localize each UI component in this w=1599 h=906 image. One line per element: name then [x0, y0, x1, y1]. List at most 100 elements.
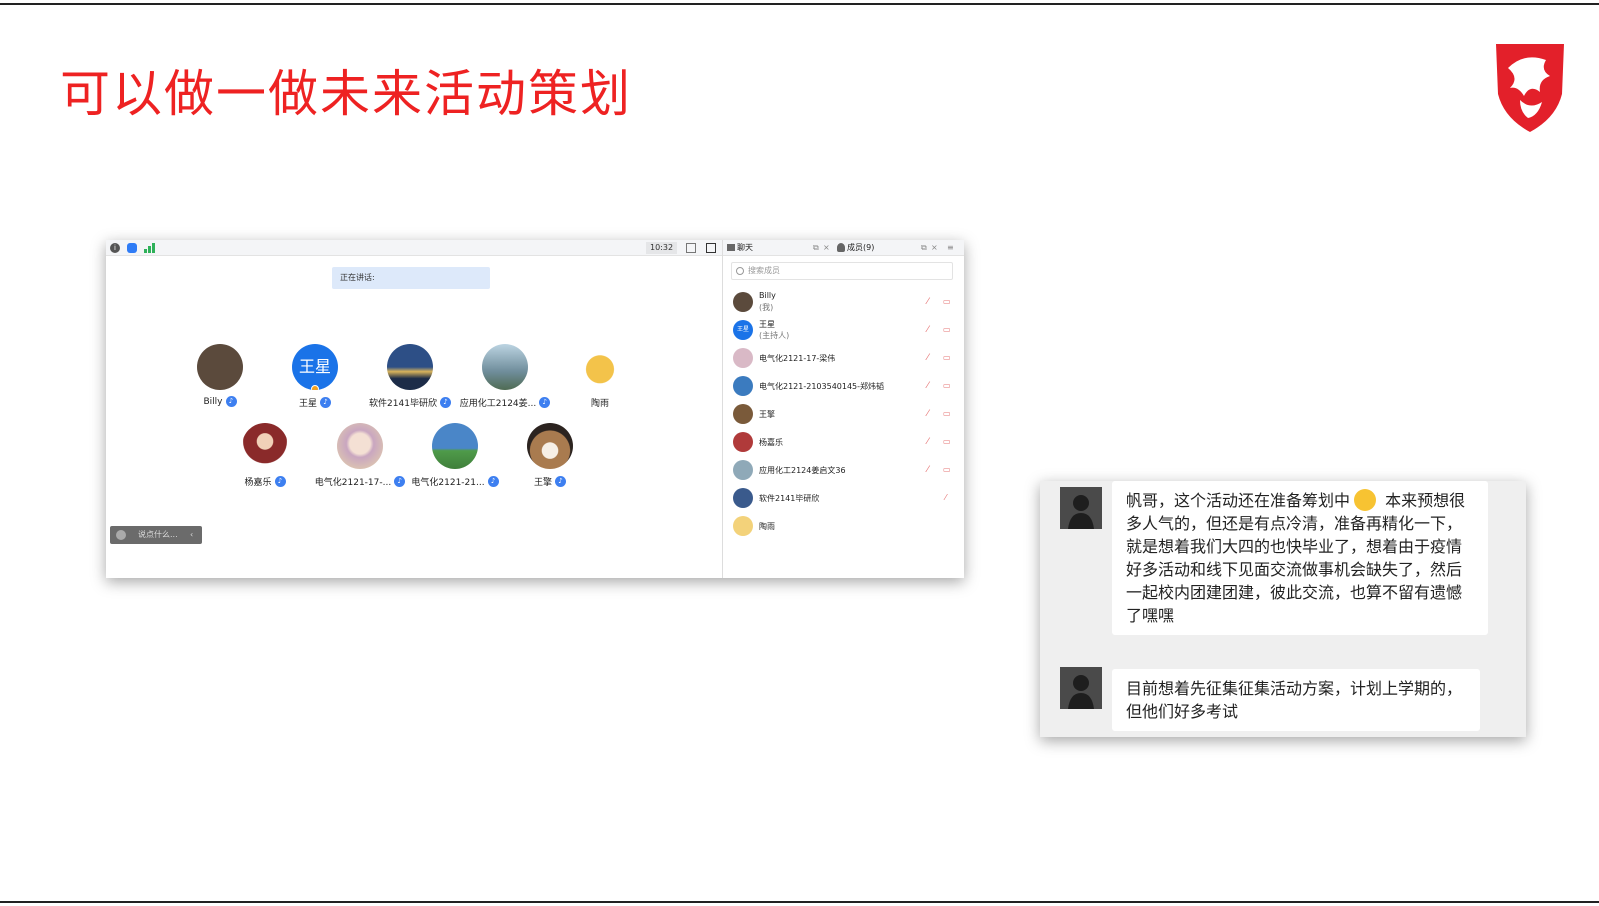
member-role: (主持人) — [759, 331, 790, 340]
bottom-rule — [0, 901, 1599, 903]
participant-name: 杨嘉乐 — [244, 478, 272, 488]
member-name: 杨嘉乐 — [759, 438, 783, 447]
info-icon[interactable]: i — [110, 243, 120, 253]
tab-members[interactable]: 成员(9) — [847, 240, 874, 256]
participant-tile[interactable]: 电气化2121-21... ♪ — [400, 423, 510, 488]
signal-icon[interactable] — [144, 243, 156, 253]
avatar — [733, 432, 753, 452]
menu-icon[interactable]: ≡ — [947, 240, 954, 256]
popout-icon[interactable]: ⧉ — [921, 240, 927, 256]
mic-muted-icon[interactable]: ⁄ — [927, 409, 929, 419]
member-icon — [837, 243, 845, 252]
member-name: Billy — [759, 291, 776, 300]
chat-input-placeholder: 说点什么... — [138, 530, 178, 539]
member-name: 陶雨 — [759, 522, 775, 531]
avatar — [197, 344, 243, 390]
avatar — [733, 292, 753, 312]
mic-icon: ♪ — [555, 476, 566, 487]
member-name: 电气化2121-2103540145-郑炜韬 — [759, 382, 885, 391]
member-row[interactable]: 应用化工2124姜启文36 ⁄ ▭ — [733, 458, 955, 482]
mic-muted-icon[interactable]: ⁄ — [927, 297, 929, 307]
participant-tile[interactable]: 电气化2121-17-... ♪ — [305, 423, 415, 488]
member-row[interactable]: 王擎 ⁄ ▭ — [733, 402, 955, 426]
close-icon[interactable]: × — [823, 240, 830, 256]
avatar — [387, 344, 433, 390]
chat-message: 帆哥，这个活动还在准备筹划中 本来预想很多人气的，但还是有点冷清，准备再精化一下… — [1112, 481, 1488, 635]
avatar — [577, 344, 623, 390]
mic-muted-icon[interactable]: ⁄ — [945, 493, 946, 502]
member-row[interactable]: 软件2141毕研欣 ⁄ — [733, 486, 955, 510]
mic-icon: ♪ — [320, 397, 331, 408]
camera-off-icon[interactable]: ▭ — [943, 325, 951, 334]
camera-off-icon[interactable]: ▭ — [943, 353, 951, 362]
meeting-time: 10:32 — [646, 242, 678, 254]
emoji-icon[interactable] — [116, 530, 126, 540]
participant-tile[interactable]: 杨嘉乐 ♪ — [210, 423, 320, 488]
layout-icon[interactable] — [706, 243, 716, 253]
avatar: 王星 — [292, 344, 338, 390]
avatar — [337, 423, 383, 469]
panel-tabs: 聊天 ⧉ × 成员(9) ⧉ × ≡ — [723, 240, 964, 256]
host-icon — [311, 385, 319, 390]
participant-tile[interactable]: 应用化工2124姜... ♪ — [450, 344, 560, 409]
mic-icon: ♪ — [225, 396, 237, 407]
member-row[interactable]: 电气化2121-17-梁伟 ⁄ ▭ — [733, 346, 955, 370]
camera-off-icon[interactable]: ▭ — [943, 409, 951, 418]
member-row[interactable]: 陶雨 — [733, 514, 955, 538]
camera-off-icon[interactable]: ▭ — [943, 381, 951, 390]
avatar — [432, 423, 478, 469]
meeting-window: i 10:32 正在讲话: Billy ♪ 王星 王星 ♪ 软件2141毕研欣 ♪ 应… — [106, 240, 964, 578]
collapse-arrow-icon[interactable]: ‹ — [190, 526, 193, 544]
sweat-smile-emoji-icon — [1354, 489, 1377, 511]
participant-name: 电气化2121-17-... — [314, 478, 392, 488]
member-name: 软件2141毕研欣 — [759, 494, 820, 503]
participant-name: 软件2141毕研欣 — [369, 399, 437, 409]
participant-name: 应用化工2124姜... — [459, 399, 537, 409]
popout-icon[interactable]: ⧉ — [813, 240, 819, 256]
fullscreen-icon[interactable] — [686, 243, 696, 253]
member-search-input[interactable]: 搜索成员 — [731, 262, 953, 280]
meeting-toolbar: i 10:32 — [106, 240, 722, 256]
participant-tile[interactable]: 陶雨 — [545, 344, 655, 409]
avatar — [733, 516, 753, 536]
member-row[interactable]: 电气化2121-2103540145-郑炜韬 ⁄ ▭ — [733, 374, 955, 398]
avatar — [482, 344, 528, 390]
sender-avatar — [1060, 667, 1102, 709]
chat-input[interactable]: 说点什么... ‹ — [110, 526, 202, 544]
mic-muted-icon[interactable]: ⁄ — [927, 353, 929, 363]
speaking-indicator: 正在讲话: — [332, 267, 490, 289]
member-row[interactable]: 杨嘉乐 ⁄ ▭ — [733, 430, 955, 454]
participant-tile[interactable]: 软件2141毕研欣 ♪ — [355, 344, 465, 409]
member-panel: 聊天 ⧉ × 成员(9) ⧉ × ≡ 搜索成员 Billy (我) ⁄ ▭ 王星… — [722, 240, 964, 578]
mic-icon: ♪ — [274, 476, 286, 487]
participant-tile[interactable]: 王擎 ♪ — [495, 423, 605, 488]
mic-muted-icon[interactable]: ⁄ — [927, 465, 929, 475]
avatar — [733, 488, 753, 508]
avatar — [733, 376, 753, 396]
member-row[interactable]: Billy (我) ⁄ ▭ — [733, 290, 955, 314]
avatar — [733, 404, 753, 424]
mic-muted-icon[interactable]: ⁄ — [927, 325, 929, 335]
search-placeholder: 搜索成员 — [748, 266, 780, 275]
close-icon[interactable]: × — [931, 240, 938, 256]
mic-muted-icon[interactable]: ⁄ — [927, 381, 929, 391]
participant-name: 王星 — [298, 399, 317, 409]
avatar — [527, 423, 573, 469]
participant-tile[interactable]: 王星 王星 ♪ — [260, 344, 370, 409]
participant-name: 王擎 — [533, 478, 552, 488]
slide-title: 可以做一做未来活动策划 — [60, 65, 632, 123]
shield-icon[interactable] — [127, 243, 137, 253]
mic-muted-icon[interactable]: ⁄ — [927, 437, 929, 447]
member-row[interactable]: 王星 王星 (主持人) ⁄ ▭ — [733, 318, 955, 342]
tab-chat[interactable]: 聊天 — [737, 240, 753, 256]
camera-off-icon[interactable]: ▭ — [943, 297, 951, 306]
participant-name: Billy — [203, 396, 223, 407]
avatar — [733, 460, 753, 480]
member-name: 电气化2121-17-梁伟 — [759, 354, 836, 363]
participant-tile[interactable]: Billy ♪ — [165, 344, 275, 407]
camera-off-icon[interactable]: ▭ — [943, 437, 951, 446]
camera-off-icon[interactable]: ▭ — [943, 465, 951, 474]
avatar: 王星 — [733, 320, 753, 340]
chat-icon — [727, 244, 735, 251]
top-rule — [0, 3, 1599, 5]
